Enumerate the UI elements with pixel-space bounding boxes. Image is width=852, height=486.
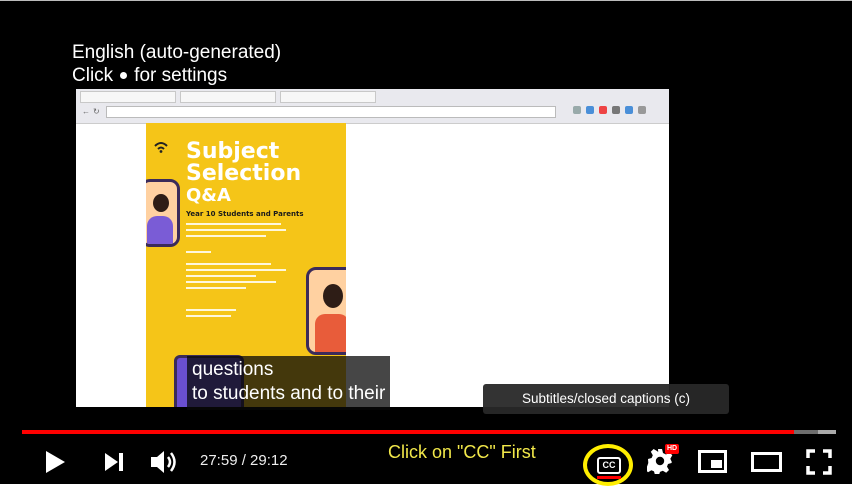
poster-title-line: Q&A (186, 185, 231, 206)
cc-icon: CC (597, 457, 621, 474)
recorded-tab (280, 91, 376, 103)
recorded-extension-icon (625, 106, 633, 114)
recorded-back-icon: ← (82, 107, 90, 116)
cc-active-indicator (597, 476, 621, 479)
caption-language: English (auto-generated) (72, 42, 282, 63)
recorded-tab (180, 91, 276, 103)
fullscreen-icon[interactable] (806, 449, 832, 475)
poster-title-line: Selection (186, 161, 302, 186)
recorded-url-bar (106, 106, 556, 118)
settings-button[interactable]: HD (645, 444, 680, 476)
settings-dot-icon (120, 72, 128, 80)
caption-line: questions (192, 359, 274, 380)
hint-click-text: Click (72, 65, 114, 86)
progress-played (22, 430, 794, 434)
hd-badge: HD (665, 444, 680, 454)
recorded-reload-icon: ↻ (93, 107, 100, 116)
recorded-extension-icon (573, 106, 581, 114)
recorded-extension-icon (599, 106, 607, 114)
recorded-extension-icon (586, 106, 594, 114)
theater-icon[interactable] (751, 450, 783, 474)
recorded-tab (80, 91, 176, 103)
caption-settings-hint: English (auto-generated) Click for settin… (72, 41, 281, 87)
caption-line: to students and to their (192, 383, 386, 404)
cc-button[interactable]: CC (583, 444, 633, 486)
poster-subtitle: Year 10 Students and Parents (186, 210, 304, 218)
play-icon[interactable] (44, 450, 66, 474)
hint-settings-text: for settings (134, 65, 228, 86)
poster-title-line: Subject (186, 139, 280, 164)
recorded-browser-toolbar: ← ↻ (76, 89, 669, 124)
phone-illustration (306, 267, 346, 355)
progress-bar[interactable] (22, 430, 836, 434)
annotation-text: Click on "CC" First (388, 442, 536, 462)
next-icon[interactable] (103, 452, 125, 472)
progress-buffered (818, 430, 836, 434)
recorded-extension-icon (638, 106, 646, 114)
phone-illustration (146, 179, 180, 247)
caption-window[interactable]: questions to students and to their (187, 356, 391, 410)
volume-icon[interactable] (150, 449, 180, 475)
recorded-extension-icon (612, 106, 620, 114)
cc-tooltip: Subtitles/closed captions (c) (483, 384, 729, 414)
video-player[interactable]: ← ↻ Subject Selection Q&A Year 10 Studen… (0, 0, 852, 486)
time-display: 27:59 / 29:12 (200, 452, 288, 469)
control-bar: 27:59 / 29:12 Click on "CC" First CC HD (0, 436, 852, 486)
wifi-icon (154, 142, 168, 153)
miniplayer-icon[interactable] (698, 450, 728, 474)
